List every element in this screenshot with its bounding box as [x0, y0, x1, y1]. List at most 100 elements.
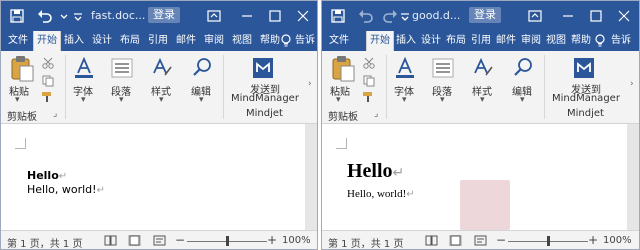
tab-help[interactable]: 帮助 — [569, 31, 593, 51]
maximize-icon[interactable] — [588, 8, 604, 24]
editing-dropdown-icon[interactable]: ▾ — [199, 95, 204, 105]
zoom-in-button[interactable]: + — [267, 233, 277, 247]
tab-file[interactable]: 文件 — [326, 31, 352, 51]
zoom-out-button[interactable]: − — [175, 233, 185, 247]
zoom-in-button[interactable]: + — [588, 233, 598, 247]
clipboard-launcher-icon[interactable]: ⌟ — [53, 109, 57, 119]
page-count[interactable]: 第 1 页，共 1 页 — [7, 235, 82, 249]
tab-review[interactable]: 审阅 — [519, 31, 543, 51]
tab-design[interactable]: 设计 — [89, 31, 115, 51]
login-button[interactable]: 登录 — [148, 7, 180, 23]
mindmanager-icon[interactable] — [252, 57, 274, 79]
paragraph-icon[interactable] — [432, 58, 454, 78]
redo-icon[interactable] — [382, 8, 398, 24]
document-page[interactable]: Hello↵ Hello, world!↵ — [1, 124, 305, 230]
doc-line-body[interactable]: Hello, world!↵ — [347, 188, 415, 200]
ribbon-display-options-icon[interactable] — [527, 8, 543, 24]
page-count[interactable]: 第 1 页，共 1 页 — [328, 235, 403, 249]
print-layout-icon[interactable] — [449, 235, 462, 246]
font-icon[interactable] — [393, 57, 417, 79]
read-mode-icon[interactable] — [425, 235, 438, 246]
tab-design[interactable]: 设计 — [419, 31, 443, 51]
ribbon-scroll-right-icon[interactable]: › — [308, 79, 316, 91]
minimize-icon[interactable] — [239, 8, 255, 24]
tab-references[interactable]: 引用 — [469, 31, 493, 51]
paste-icon[interactable] — [330, 55, 356, 83]
vertical-scrollbar[interactable] — [627, 124, 639, 230]
font-dropdown-icon[interactable]: ▾ — [81, 95, 86, 105]
copy-icon[interactable] — [41, 75, 55, 87]
editing-icon[interactable] — [512, 57, 534, 79]
editing-dropdown-icon[interactable]: ▾ — [520, 95, 525, 105]
tab-tell-me[interactable]: 告诉 — [609, 31, 633, 51]
tab-file[interactable]: 文件 — [5, 31, 31, 51]
cut-icon[interactable] — [362, 57, 376, 69]
tab-references[interactable]: 引用 — [145, 31, 171, 51]
close-icon[interactable] — [616, 8, 632, 24]
tab-insert[interactable]: 插入 — [394, 31, 418, 51]
editing-icon[interactable] — [191, 57, 213, 79]
styles-dropdown-icon[interactable]: ▾ — [159, 95, 164, 105]
tab-layout[interactable]: 布局 — [444, 31, 468, 51]
web-layout-icon[interactable] — [474, 235, 487, 246]
zoom-out-button[interactable]: − — [496, 233, 506, 247]
tab-view[interactable]: 视图 — [544, 31, 568, 51]
lightbulb-icon[interactable] — [280, 33, 292, 49]
clipboard-launcher-icon[interactable]: ⌟ — [374, 109, 378, 119]
zoom-level[interactable]: 100% — [282, 235, 311, 246]
ribbon-scroll-right-icon[interactable]: › — [630, 79, 638, 91]
styles-dropdown-icon[interactable]: ▾ — [480, 95, 485, 105]
close-icon[interactable] — [295, 8, 311, 24]
web-layout-icon[interactable] — [153, 235, 166, 246]
print-layout-icon[interactable] — [128, 235, 141, 246]
save-icon[interactable] — [9, 8, 25, 24]
paragraph-dropdown-icon[interactable]: ▾ — [119, 95, 124, 105]
zoom-slider-thumb[interactable] — [547, 236, 550, 246]
font-icon[interactable] — [72, 57, 96, 79]
undo-icon[interactable] — [358, 8, 374, 24]
format-painter-icon[interactable] — [41, 91, 55, 103]
paste-dropdown-icon[interactable]: ▾ — [336, 95, 341, 105]
mindjet-group-label: Mindjet — [246, 108, 283, 119]
tab-mailings[interactable]: 邮件 — [494, 31, 518, 51]
tab-review[interactable]: 审阅 — [201, 31, 227, 51]
doc-line-body[interactable]: Hello, world!↵ — [27, 183, 105, 196]
cut-icon[interactable] — [41, 57, 55, 69]
zoom-level[interactable]: 100% — [603, 235, 632, 246]
styles-icon[interactable] — [472, 57, 494, 79]
save-icon[interactable] — [330, 8, 346, 24]
tab-insert[interactable]: 插入 — [61, 31, 87, 51]
tab-layout[interactable]: 布局 — [117, 31, 143, 51]
maximize-icon[interactable] — [267, 8, 283, 24]
styles-icon[interactable] — [151, 57, 173, 79]
login-button[interactable]: 登录 — [469, 7, 501, 23]
tab-home[interactable]: 开始 — [366, 31, 394, 52]
paragraph-dropdown-icon[interactable]: ▾ — [440, 95, 445, 105]
paragraph-mark-icon: ↵ — [96, 185, 105, 196]
minimize-icon[interactable] — [560, 8, 576, 24]
copy-icon[interactable] — [362, 75, 376, 87]
read-mode-icon[interactable] — [104, 235, 117, 246]
doc-line-heading[interactable]: Hello↵ — [347, 160, 404, 183]
tab-mailings[interactable]: 邮件 — [173, 31, 199, 51]
font-dropdown-icon[interactable]: ▾ — [402, 95, 407, 105]
tab-home[interactable]: 开始 — [33, 31, 61, 52]
paragraph-icon[interactable] — [111, 58, 133, 78]
vertical-scrollbar[interactable] — [305, 124, 317, 230]
format-painter-icon[interactable] — [362, 91, 376, 103]
tab-view[interactable]: 视图 — [229, 31, 255, 51]
undo-dropdown-icon[interactable] — [59, 8, 69, 24]
customize-toolbar-icon[interactable] — [400, 8, 410, 24]
ribbon-tabs: 文件 开始 插入 设计 布局 引用 邮件 审阅 视图 帮助 告诉 — [1, 31, 317, 52]
tab-tell-me[interactable]: 告诉 — [293, 31, 317, 51]
paste-icon[interactable] — [9, 55, 35, 83]
zoom-slider-thumb[interactable] — [226, 236, 229, 246]
lightbulb-icon[interactable] — [594, 33, 606, 49]
paste-dropdown-icon[interactable]: ▾ — [15, 95, 20, 105]
customize-toolbar-icon[interactable] — [73, 8, 83, 24]
ribbon-tabs: 文件 开始 插入 设计 布局 引用 邮件 审阅 视图 帮助 告诉 — [322, 31, 639, 52]
mindmanager-icon[interactable] — [573, 57, 595, 79]
doc-line-heading[interactable]: Hello↵ — [27, 169, 67, 182]
ribbon-display-options-icon[interactable] — [206, 8, 222, 24]
undo-icon[interactable] — [37, 8, 53, 24]
